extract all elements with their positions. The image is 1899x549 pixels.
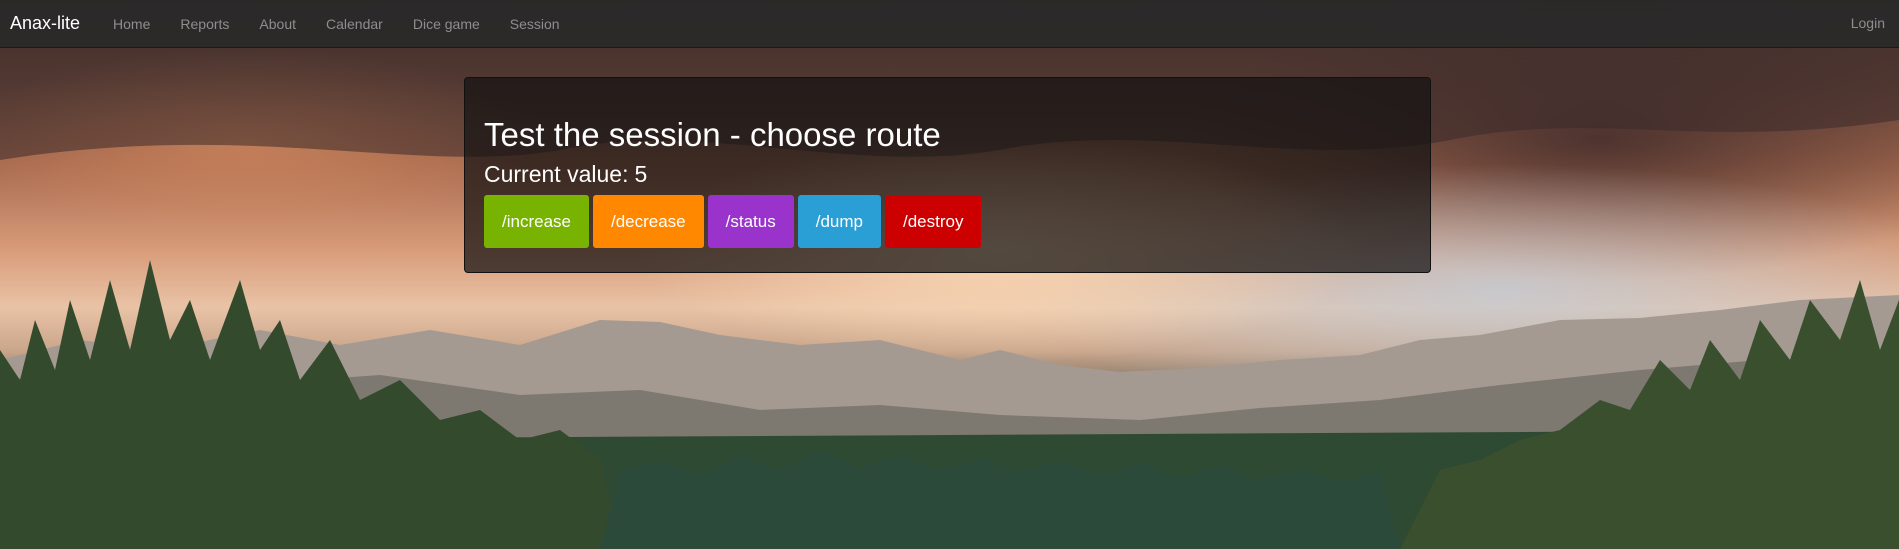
status-button[interactable]: /status xyxy=(707,195,794,248)
increase-button[interactable]: /increase xyxy=(484,195,589,248)
dump-button[interactable]: /dump xyxy=(797,195,881,248)
nav-link-dice-game[interactable]: Dice game xyxy=(398,16,495,32)
destroy-button[interactable]: /destroy xyxy=(885,195,982,248)
nav-link-reports[interactable]: Reports xyxy=(165,16,244,32)
current-value-line: Current value: 5 xyxy=(484,160,1410,188)
nav-link-session[interactable]: Session xyxy=(495,16,575,32)
login-link[interactable]: Login xyxy=(1851,15,1885,31)
current-value: 5 xyxy=(634,161,648,187)
brand-link[interactable]: Anax-lite xyxy=(10,13,80,34)
route-buttons: /increase /decrease /status /dump /destr… xyxy=(484,195,1410,248)
nav-link-home[interactable]: Home xyxy=(98,16,165,32)
page-title: Test the session - choose route xyxy=(484,116,941,153)
decrease-button[interactable]: /decrease xyxy=(592,195,704,248)
nav-link-calendar[interactable]: Calendar xyxy=(311,16,398,32)
nav-links: Home Reports About Calendar Dice game Se… xyxy=(98,16,575,32)
session-panel: Test the session - choose route Current … xyxy=(464,77,1431,273)
nav-link-about[interactable]: About xyxy=(244,16,311,32)
nav-right: Login xyxy=(1851,15,1885,33)
current-value-label: Current value: xyxy=(484,161,629,187)
top-navbar: Anax-lite Home Reports About Calendar Di… xyxy=(0,0,1899,48)
page: Anax-lite Home Reports About Calendar Di… xyxy=(0,0,1899,549)
